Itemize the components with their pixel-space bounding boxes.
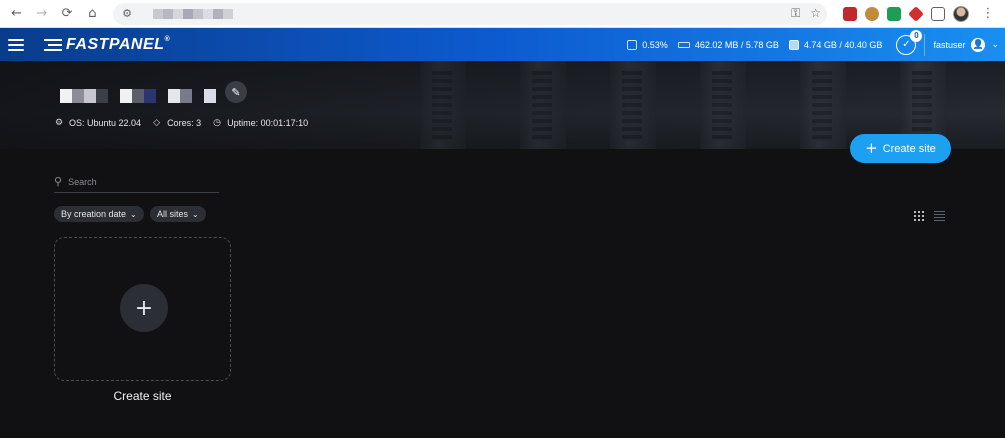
uptime-value: Uptime: 00:01:17:10 <box>227 118 309 128</box>
sort-label: By creation date <box>61 209 127 219</box>
cpu-stat: 0.53% <box>627 39 668 50</box>
menu-hamburger-icon[interactable] <box>8 38 24 51</box>
create-site-button[interactable]: + Create site <box>850 134 951 163</box>
ublock-extension-icon[interactable] <box>843 6 857 21</box>
os-gear-icon: ⚙ <box>55 118 64 128</box>
user-avatar-icon: 👤 <box>971 37 986 52</box>
server-name-redacted <box>60 89 216 103</box>
puzzle-extensions-icon[interactable] <box>931 6 945 21</box>
edit-server-name-button[interactable]: ✎ <box>225 81 247 103</box>
os-value: OS: Ubuntu 22.04 <box>69 118 142 128</box>
create-site-tile-label[interactable]: Create site <box>54 389 231 403</box>
tasks-check-icon[interactable]: ✓ 0 <box>896 29 923 55</box>
address-bar[interactable]: ⚙ ⚿ ☆ <box>113 2 827 25</box>
ram-stat: 462.02 MB / 5.78 GB <box>677 39 779 50</box>
logo-text: FASTPANEL® <box>66 35 171 53</box>
header-divider <box>924 33 926 56</box>
create-site-label: Create site <box>882 142 936 155</box>
plus-icon: + <box>865 139 878 157</box>
cpu-icon <box>627 39 638 50</box>
hero-overlay <box>0 61 1005 149</box>
username: fastuser <box>933 39 966 50</box>
search-icon: ⚲ <box>54 175 63 188</box>
reload-icon[interactable]: ⟳ <box>57 3 78 25</box>
chevron-down-icon: ⌄ <box>991 39 999 50</box>
app-header: FASTPANEL® 0.53% 462.02 MB / 5.78 GB 4.7… <box>0 28 1005 61</box>
browser-toolbar: ← → ⟳ ⌂ ⚙ ⚿ ☆ ⋮ <box>0 0 1005 28</box>
scope-label: All sites <box>157 209 189 219</box>
chevron-down-icon: ⌄ <box>192 209 199 219</box>
disk-value: 4.74 GB / 40.40 GB <box>803 39 883 50</box>
ram-icon <box>677 41 690 48</box>
list-view-icon[interactable] <box>934 211 945 221</box>
forward-icon[interactable]: → <box>31 3 52 25</box>
logo-mark-icon <box>44 38 62 51</box>
add-site-plus-icon[interactable]: + <box>120 284 168 332</box>
diamond-extension-icon[interactable] <box>908 5 924 22</box>
shield-extension-icon[interactable] <box>887 6 901 21</box>
server-stats: 0.53% 462.02 MB / 5.78 GB 4.74 GB / 40.4… <box>627 29 923 55</box>
fastpanel-logo[interactable]: FASTPANEL® <box>44 36 170 54</box>
cookie-extension-icon[interactable] <box>865 6 879 21</box>
back-icon[interactable]: ← <box>6 3 27 25</box>
disk-stat: 4.74 GB / 40.40 GB <box>788 39 883 50</box>
chevron-down-icon: ⌄ <box>130 209 137 219</box>
url-redacted <box>153 8 233 19</box>
clock-icon: ◷ <box>213 118 221 128</box>
profile-avatar-icon[interactable] <box>953 5 969 22</box>
server-hero-banner: ✎ ⚙ OS: Ubuntu 22.04 ◇ Cores: 3 ◷ Uptime… <box>0 61 1005 149</box>
uptime-info: ◷ Uptime: 00:01:17:10 <box>213 118 308 128</box>
search-input[interactable] <box>68 176 209 187</box>
sort-dropdown[interactable]: By creation date ⌄ <box>54 206 144 222</box>
home-icon[interactable]: ⌂ <box>82 3 103 25</box>
tasks-badge: 0 <box>910 29 923 42</box>
create-site-tile[interactable]: + <box>54 237 231 381</box>
user-menu[interactable]: fastuser 👤 ⌄ <box>933 37 999 52</box>
cores-diamond-icon: ◇ <box>153 118 160 128</box>
search-field[interactable]: ⚲ <box>54 171 219 193</box>
view-toggle <box>914 211 945 221</box>
cores-info: ◇ Cores: 3 <box>153 118 201 128</box>
cores-value: Cores: 3 <box>167 118 202 128</box>
bookmark-star-icon[interactable]: ☆ <box>810 6 821 21</box>
site-info-icon[interactable]: ⚙ <box>119 6 135 22</box>
browser-menu-icon[interactable]: ⋮ <box>977 3 999 25</box>
cpu-value: 0.53% <box>642 39 668 50</box>
password-key-icon[interactable]: ⚿ <box>791 6 800 21</box>
grid-view-icon[interactable] <box>914 211 924 221</box>
disk-icon <box>788 39 799 50</box>
system-info: ⚙ OS: Ubuntu 22.04 ◇ Cores: 3 ◷ Uptime: … <box>55 118 308 128</box>
scope-dropdown[interactable]: All sites ⌄ <box>150 206 206 222</box>
os-info: ⚙ OS: Ubuntu 22.04 <box>55 118 141 128</box>
ram-value: 462.02 MB / 5.78 GB <box>694 39 779 50</box>
